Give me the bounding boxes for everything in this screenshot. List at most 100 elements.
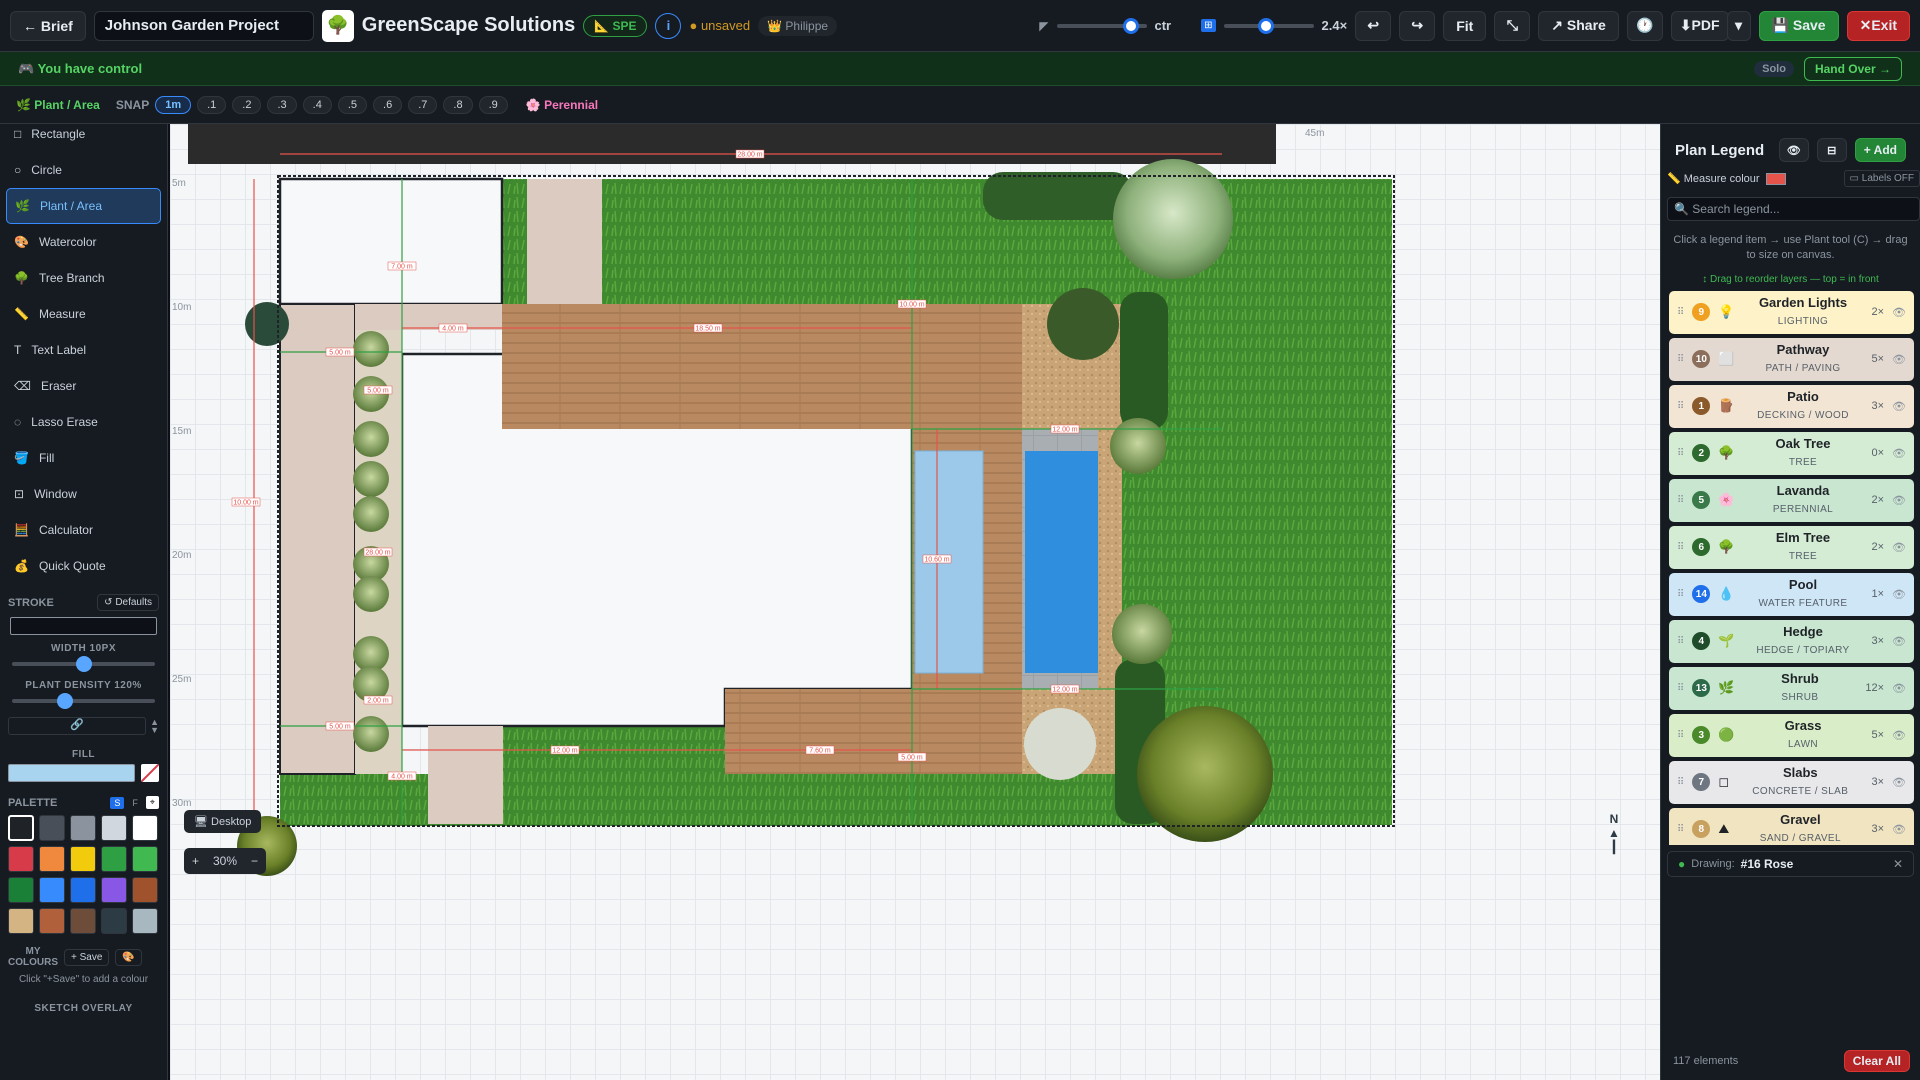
drag-handle-icon[interactable]: ⠿: [1677, 824, 1684, 835]
density-slider-knob[interactable]: [56, 693, 73, 709]
close-icon[interactable]: ✕: [1893, 857, 1903, 871]
snap-option[interactable]: .9: [478, 95, 508, 114]
project-name-input[interactable]: Johnson Garden Project: [93, 10, 314, 41]
legend-item[interactable]: ⠿ 6 🌳 Elm Tree TREE 2× 👁: [1669, 525, 1914, 569]
zoom-out-button[interactable]: −: [251, 854, 258, 868]
tool-tree-branch[interactable]: 🌳 Tree Branch: [0, 260, 167, 296]
palette-swatch[interactable]: [8, 908, 34, 934]
shrub[interactable]: [353, 461, 389, 497]
brief-button[interactable]: ← Brief: [10, 10, 86, 41]
legend-item[interactable]: ⠿ 3 🟢 Grass LAWN 5× 👁: [1669, 713, 1914, 757]
visibility-eye-icon[interactable]: 👁: [1892, 635, 1906, 648]
visibility-eye-icon[interactable]: 👁: [1892, 682, 1906, 695]
tool-rectangle[interactable]: □ Rectangle: [0, 124, 167, 152]
link-icon[interactable]: 🔗: [8, 717, 147, 735]
legend-item[interactable]: ⠿ 13 🌿 Shrub SHRUB 12× 👁: [1669, 666, 1914, 710]
tool-text-label[interactable]: T Text Label: [0, 332, 167, 368]
hedge-right[interactable]: [1120, 292, 1168, 430]
visibility-eye-icon[interactable]: 👁: [1892, 729, 1906, 742]
patio-decking-top[interactable]: [502, 304, 1022, 429]
visibility-eye-icon[interactable]: 👁: [1892, 306, 1906, 319]
pdf-button[interactable]: ⬇PDF: [1670, 10, 1729, 41]
snap-option[interactable]: .3: [267, 95, 297, 114]
drag-handle-icon[interactable]: ⠿: [1677, 495, 1684, 506]
legend-item[interactable]: ⠿ 8 ⛰ Gravel SAND / GRAVEL 3× 👁: [1669, 807, 1914, 845]
palette-swatch[interactable]: [39, 908, 65, 934]
snap-option[interactable]: 1m: [155, 95, 192, 114]
width-slider[interactable]: [12, 656, 155, 672]
palette-swatch[interactable]: [132, 908, 158, 934]
colour-picker-icon[interactable]: 🎨: [115, 948, 142, 966]
info-icon[interactable]: i: [655, 12, 682, 39]
palette-swatch[interactable]: [8, 846, 34, 872]
visibility-eye-icon[interactable]: 👁: [1892, 776, 1906, 789]
width-slider-knob[interactable]: [76, 656, 92, 672]
palette-swatch[interactable]: [70, 908, 96, 934]
palette-swatch[interactable]: [132, 815, 158, 841]
patio-decking-bottom[interactable]: [725, 689, 1025, 774]
tool-window[interactable]: ⊡ Window: [0, 476, 167, 512]
undo-button[interactable]: ↩: [1355, 10, 1392, 41]
palette-swatch[interactable]: [70, 877, 96, 903]
zoom-slider-knob[interactable]: [1257, 17, 1274, 34]
drag-handle-icon[interactable]: ⠿: [1677, 683, 1684, 694]
tool-lasso-erase[interactable]: ◌ Lasso Erase: [0, 404, 167, 440]
labels-toggle[interactable]: ▭ Labels OFF: [1843, 170, 1920, 187]
fit-button[interactable]: Fit: [1443, 10, 1487, 41]
add-legend-button[interactable]: + Add: [1854, 138, 1906, 162]
elm-tree-bottom[interactable]: [1137, 706, 1273, 842]
drag-handle-icon[interactable]: ⠿: [1677, 448, 1684, 459]
expand-button[interactable]: ⤡: [1494, 10, 1531, 41]
no-fill-icon[interactable]: [141, 764, 159, 782]
fill-color-swatch[interactable]: [8, 764, 135, 782]
layout-icon[interactable]: ⊟: [1816, 138, 1847, 162]
measure-colour-swatch[interactable]: [1765, 172, 1786, 185]
snap-option[interactable]: .4: [302, 95, 332, 114]
share-button[interactable]: ↗ Share: [1538, 10, 1619, 41]
palette-swatch[interactable]: [39, 846, 65, 872]
palette-swatch[interactable]: [101, 815, 127, 841]
drag-handle-icon[interactable]: ⠿: [1677, 777, 1684, 788]
shrub[interactable]: [353, 576, 389, 612]
shrub-left[interactable]: [245, 302, 289, 346]
drag-handle-icon[interactable]: ⠿: [1677, 307, 1684, 318]
shrub-pool-bottom[interactable]: [1112, 604, 1172, 664]
visibility-eye-icon[interactable]: 👁: [1892, 400, 1906, 413]
save-colour-button[interactable]: + Save: [64, 948, 110, 966]
palette-swatch[interactable]: [101, 846, 127, 872]
shrub[interactable]: [353, 331, 389, 367]
shrub[interactable]: [353, 716, 389, 752]
history-icon[interactable]: 🕐: [1626, 10, 1663, 41]
tool-eraser[interactable]: ⌫ Eraser: [0, 368, 167, 404]
desktop-button[interactable]: 🖥 Desktop: [184, 810, 262, 833]
hedge-top[interactable]: [983, 172, 1133, 220]
visibility-eye-icon[interactable]: 👁: [1892, 823, 1906, 836]
hand-over-button[interactable]: Hand Over →: [1803, 56, 1902, 81]
zoom-in-button[interactable]: +: [192, 854, 199, 868]
redo-button[interactable]: ↪: [1399, 10, 1436, 41]
snap-option[interactable]: .2: [232, 95, 262, 114]
drag-handle-icon[interactable]: ⠿: [1677, 589, 1684, 600]
legend-search-input[interactable]: 🔍 Search legend...: [1667, 197, 1920, 221]
defaults-button[interactable]: ↺ Defaults: [97, 594, 159, 611]
palette-stroke-toggle[interactable]: S: [110, 796, 125, 809]
tool-watercolor[interactable]: 🎨 Watercolor: [0, 224, 167, 260]
tool-measure[interactable]: 📏 Measure: [0, 296, 167, 332]
palette-swatch[interactable]: [8, 877, 34, 903]
house-garage[interactable]: [278, 177, 504, 306]
legend-item[interactable]: ⠿ 4 🌱 Hedge HEDGE / TOPIARY 3× 👁: [1669, 619, 1914, 663]
snap-option[interactable]: .8: [443, 95, 473, 114]
pathway-left[interactable]: [279, 303, 356, 775]
pathway-bottom[interactable]: [428, 726, 503, 824]
lavanda-bottom[interactable]: [1024, 708, 1096, 780]
legend-item[interactable]: ⠿ 1 🪵 Patio DECKING / WOOD 3× 👁: [1669, 384, 1914, 428]
legend-item[interactable]: ⠿ 9 💡 Garden Lights LIGHTING 2× 👁: [1669, 290, 1914, 334]
rotation-slider-knob[interactable]: [1122, 17, 1139, 34]
palette-swatch[interactable]: [132, 846, 158, 872]
legend-item[interactable]: ⠿ 10 ⬜ Pathway PATH / PAVING 5× 👁: [1669, 337, 1914, 381]
snap-option[interactable]: .1: [197, 95, 227, 114]
pool[interactable]: [1025, 451, 1098, 673]
palette-swatch[interactable]: [70, 846, 96, 872]
design-canvas[interactable]: 5m 10m 15m 20m 25m 30m 45m 28.00 m 7.00 m 10.00 …: [170, 124, 1660, 1080]
exit-button[interactable]: ✕Exit: [1846, 10, 1910, 41]
